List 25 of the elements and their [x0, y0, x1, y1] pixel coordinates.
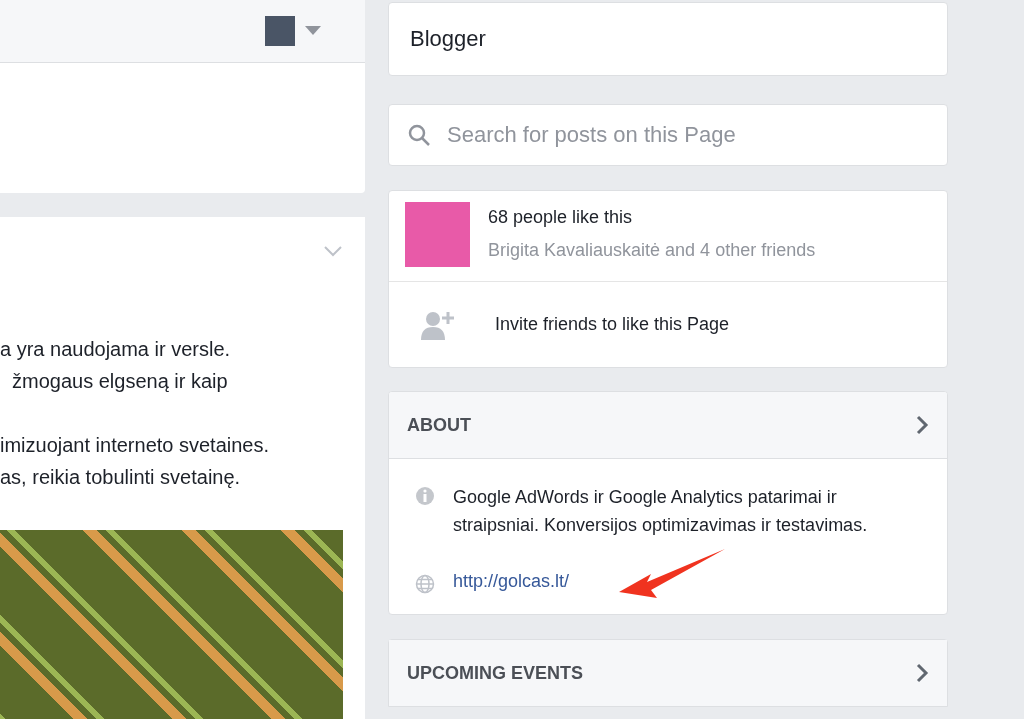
events-heading: UPCOMING EVENTS: [407, 662, 584, 684]
info-icon: [415, 486, 435, 506]
events-header[interactable]: UPCOMING EVENTS: [389, 640, 947, 706]
photo-placeholder: [405, 202, 470, 267]
likes-count[interactable]: 68 people like this: [488, 207, 816, 228]
avatar-placeholder[interactable]: [265, 16, 295, 46]
search-bar[interactable]: Search for posts on this Page: [388, 104, 948, 166]
website-link[interactable]: http://golcas.lt/: [453, 571, 570, 592]
post-text-line: žmogaus elgseną ir kaip: [11, 369, 229, 394]
search-field[interactable]: Search for posts on this Page: [445, 121, 947, 149]
invite-friends-link[interactable]: Invite friends to like this Page: [495, 314, 730, 335]
about-heading: ABOUT: [407, 414, 471, 436]
chevron-right-icon: [915, 415, 929, 435]
about-header[interactable]: ABOUT: [389, 392, 947, 459]
post-text-line: as, reikia tobulinti svetainę.: [0, 465, 242, 490]
globe-icon: [415, 574, 435, 594]
post-text-line: imizuojant interneto svetaines.: [0, 433, 271, 458]
post-text-line: a yra naudojama ir versle.: [0, 337, 232, 362]
about-description: Google AdWords ir Google Analytics patarimai ir straipsniai. Konversijos optimizavimas ir testavimas.: [453, 486, 869, 537]
search-icon: [407, 123, 431, 147]
page-title: Blogger: [388, 2, 948, 76]
add-person-icon: [419, 309, 455, 340]
caret-icon[interactable]: [305, 26, 321, 36]
chevron-right-icon: [915, 663, 929, 683]
chevron-down-icon[interactable]: [323, 244, 343, 258]
